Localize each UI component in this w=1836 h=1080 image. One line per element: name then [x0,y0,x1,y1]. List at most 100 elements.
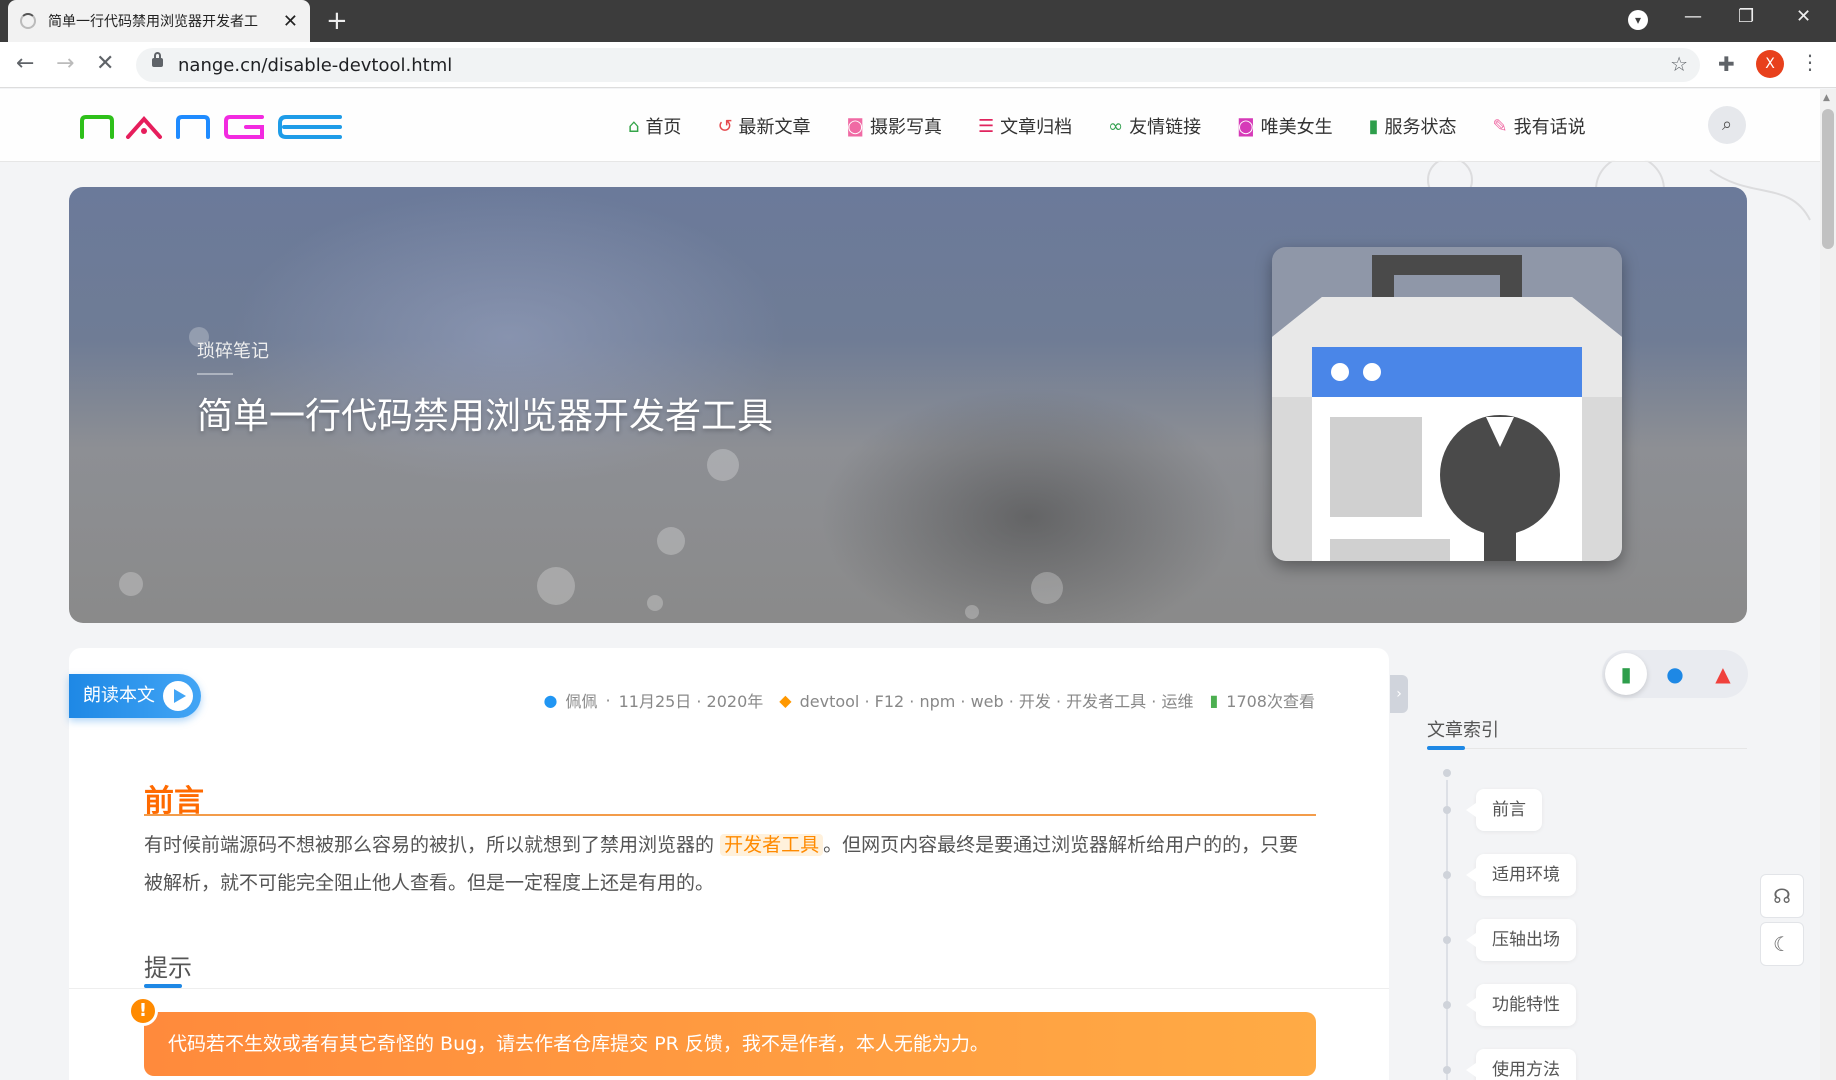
window-close-button[interactable]: ✕ [1796,6,1811,27]
collapse-sidebar-button[interactable]: › [1390,675,1408,713]
toc-dot [1443,871,1451,879]
toc-dot [1443,806,1451,814]
scrollbar-thumb[interactable] [1822,109,1834,249]
signal-icon: ▮ [1368,115,1379,137]
nav-item-label: 唯美女生 [1260,117,1333,138]
warning-icon: ! [128,996,158,1026]
home-icon: ⌂ [628,115,640,137]
browser-tab-strip: 简单一行代码禁用浏览器开发者工具 - 南 ✕ + ▾ — ❐ ✕ [0,0,1836,42]
nav-item-status[interactable]: ▮ 服务状态 [1369,113,1457,139]
toc-item-preface[interactable]: 前言 [1466,789,1542,831]
heading-underline [144,814,1316,816]
article-paragraph: 有时候前端源码不想被那么容易的被扒，所以就想到了禁用浏览器的 开发者工具 。但网页… [144,826,1316,902]
toc-timeline-start [1440,766,1454,780]
read-aloud-button[interactable]: 朗读本文 [69,674,201,718]
nav-item-label: 服务状态 [1384,117,1457,138]
toc-timeline [1446,770,1448,1080]
toc-item-usage[interactable]: 使用方法 [1466,1049,1576,1080]
fire-icon[interactable]: ▲ [1702,653,1744,695]
bokeh-bubble [657,527,685,555]
toc-title: 文章索引 [1427,720,1499,741]
paragraph-text-start: 有时候前端源码不想被那么容易的被扒，所以就想到了禁用浏览器的 [144,834,715,856]
link-icon: ∞ [1108,115,1124,137]
site-logo[interactable] [78,115,348,139]
post-date: 11月25日 · 2020年 [618,692,764,711]
section-heading-tip: 提示 [144,954,192,982]
nav-item-label: 最新文章 [738,117,811,138]
bokeh-bubble [707,449,739,481]
tab-title: 简单一行代码禁用浏览器开发者工具 - 南 [48,14,258,30]
toc-dot [1443,1066,1451,1074]
bokeh-bubble [647,595,663,611]
user-icon[interactable]: ● [1654,653,1696,695]
toc-item-features[interactable]: 功能特性 [1466,984,1576,1026]
puzzle-icon[interactable]: ✚ [1718,52,1735,76]
highlight-devtools: 开发者工具 [720,834,824,856]
list-icon: ☰ [978,115,995,137]
lock-icon[interactable] [152,52,163,67]
tag-icon: ◆ [779,690,792,710]
tab-close-icon[interactable]: ✕ [283,11,298,32]
meta-separator: · [605,690,611,710]
browser-tab-active[interactable]: 简单一行代码禁用浏览器开发者工具 - 南 ✕ [8,0,310,42]
new-tab-button[interactable]: + [326,6,348,36]
site-header: ⌂ 首页 ↺ 最新文章 ◙ 摄影写真 ☰ 文章归档 ∞ 友情链接 ◙ 唯美女生 … [0,89,1820,162]
nav-item-photography[interactable]: ◙ 摄影写真 [847,113,942,139]
nav-item-links[interactable]: ∞ 友情链接 [1108,113,1201,139]
loading-spinner-icon [20,13,36,29]
nav-item-guestbook[interactable]: ✎ 我有话说 [1493,113,1586,139]
bookmark-star-icon[interactable]: ☆ [1670,52,1688,76]
url-text[interactable]: nange.cn/disable-devtool.html [178,55,452,76]
nav-item-home[interactable]: ⌂ 首页 [628,113,681,139]
toc-item-environment[interactable]: 适用环境 [1466,854,1576,896]
main-navigation: ⌂ 首页 ↺ 最新文章 ◙ 摄影写真 ☰ 文章归档 ∞ 友情链接 ◙ 唯美女生 … [628,113,1586,139]
address-bar[interactable]: nange.cn/disable-devtool.html ☆ [136,48,1700,82]
nav-item-label: 文章归档 [1000,117,1073,138]
post-title: 简单一行代码禁用浏览器开发者工具 [197,396,774,437]
views-icon: ▮ [1209,690,1219,710]
camera-retro-icon: ◙ [1237,115,1255,137]
nav-item-girls[interactable]: ◙ 唯美女生 [1237,113,1332,139]
toc-divider [1427,748,1747,749]
page-scrollbar[interactable]: ▲ [1820,89,1836,1080]
headset-icon[interactable]: ☊ [1760,874,1804,918]
read-aloud-label: 朗读本文 [83,685,155,706]
history-icon: ↺ [717,115,733,137]
moon-icon[interactable]: ☾ [1760,922,1804,966]
nav-item-label: 友情链接 [1129,117,1202,138]
sidebar-tabs: ▮ ● ▲ [1602,650,1748,698]
hero-background-blur [229,187,789,487]
window-minimize-button[interactable]: — [1684,6,1702,27]
devtools-toolbox-icon [1272,247,1622,561]
bokeh-bubble [537,567,575,605]
nav-item-latest[interactable]: ↺ 最新文章 [717,113,810,139]
search-icon[interactable]: ⌕ [1708,106,1746,144]
post-meta: ● 佩佩 · 11月25日 · 2020年 ◆ devtool · F12 · … [544,688,1316,712]
category-underline [197,373,233,375]
camera-icon: ◙ [846,115,864,137]
stop-loading-icon[interactable]: ✕ [96,51,114,76]
toc-dot [1443,936,1451,944]
scroll-up-icon[interactable]: ▲ [1823,93,1830,103]
bokeh-bubble [119,572,143,596]
post-hero-banner: 琐碎笔记 简单一行代码禁用浏览器开发者工具 [69,187,1747,623]
post-views: 1708次查看 [1226,692,1315,711]
window-restore-button[interactable]: ❐ [1738,6,1754,27]
post-category[interactable]: 琐碎笔记 [197,337,269,363]
nav-item-archive[interactable]: ☰ 文章归档 [978,113,1072,139]
play-icon [163,681,193,711]
bokeh-bubble [965,605,979,619]
post-author[interactable]: 佩佩 [565,688,597,712]
section-divider [69,988,1389,989]
profile-avatar[interactable]: X [1756,50,1784,78]
toc-item-finale[interactable]: 压轴出场 [1466,919,1576,961]
article-card: 朗读本文 ● 佩佩 · 11月25日 · 2020年 ◆ devtool · F… [69,648,1389,1080]
tab-search-icon[interactable]: ▾ [1628,10,1648,30]
kebab-menu-icon[interactable]: ⋮ [1800,50,1820,74]
bookmark-icon[interactable]: ▮ [1605,653,1647,695]
forward-arrow-icon[interactable]: → [56,51,74,76]
feather-icon: ✎ [1492,115,1508,137]
post-tags[interactable]: devtool · F12 · npm · web · 开发 · 开发者工具 ·… [800,688,1194,712]
back-arrow-icon[interactable]: ← [16,51,34,76]
nav-item-label: 首页 [645,117,682,138]
